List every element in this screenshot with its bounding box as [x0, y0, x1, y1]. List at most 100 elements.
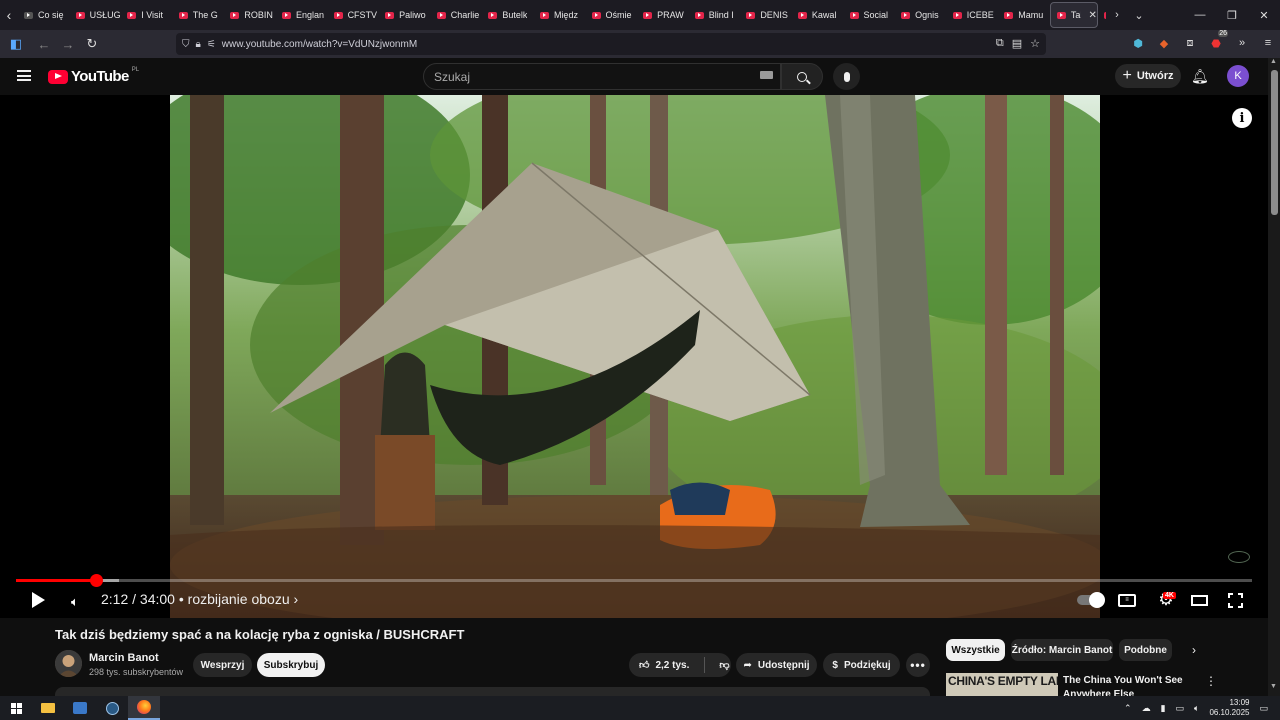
extensions-puzzle-icon[interactable]: ⧈: [1180, 32, 1200, 54]
account-avatar[interactable]: K: [1227, 65, 1249, 87]
more-actions-icon[interactable]: •••: [906, 653, 930, 677]
steam-icon[interactable]: [96, 696, 128, 720]
browser-tab[interactable]: Mamu: [998, 2, 1050, 28]
browser-tab[interactable]: Międz: [534, 2, 586, 28]
back-icon[interactable]: ←: [32, 32, 56, 56]
address-bar[interactable]: ⛉ 🔒︎ ⚟ www.youtube.com/watch?v=VdUNzjwon…: [176, 33, 1046, 55]
recommendation-title[interactable]: The China You Won't See Anywhere Else: [1063, 674, 1203, 696]
tray-overflow-icon[interactable]: ⌃: [1124, 703, 1132, 714]
description-box[interactable]: [55, 687, 930, 696]
browser-tab[interactable]: Ośmie: [586, 2, 638, 28]
close-tab-icon[interactable]: ✕: [1088, 10, 1096, 21]
autoplay-toggle[interactable]: [1076, 591, 1105, 609]
channel-name[interactable]: Marcin Banot: [89, 652, 159, 664]
theater-mode-button[interactable]: [1189, 591, 1209, 609]
browser-tab[interactable]: USŁUG: [70, 2, 122, 28]
picture-in-picture-icon[interactable]: ⧉: [996, 37, 1004, 50]
browser-tab[interactable]: Co się: [18, 2, 70, 28]
clock[interactable]: 13:09 06.10.2025: [1209, 698, 1249, 718]
info-icon[interactable]: i: [1232, 108, 1252, 128]
browser-tab[interactable]: Dlacz: [1098, 2, 1106, 28]
guide-menu-icon[interactable]: [17, 70, 31, 81]
voice-search-button[interactable]: [833, 63, 860, 90]
tabs-scroll-right-icon[interactable]: ›: [1106, 9, 1128, 21]
thumbs-up-icon[interactable]: 👍︎: [639, 659, 649, 671]
browser-tab[interactable]: ROBIN: [224, 2, 276, 28]
thumbs-down-icon[interactable]: 👎︎: [719, 659, 729, 671]
browser-tab[interactable]: CFSTV: [328, 2, 380, 28]
youtube-logo[interactable]: YouTube PL: [48, 67, 139, 85]
start-button[interactable]: [0, 696, 32, 720]
permissions-icon[interactable]: ⚟: [207, 39, 216, 50]
fox-extension-icon[interactable]: ◆: [1154, 32, 1174, 54]
thanks-button[interactable]: $ Podziękuj: [823, 653, 900, 677]
speaker-icon[interactable]: 🔈︎: [1194, 703, 1199, 714]
recommendation-menu-icon[interactable]: ⋮: [1205, 674, 1217, 688]
sidebar-toggle-icon[interactable]: ◧: [4, 32, 28, 56]
search-input[interactable]: Szukaj: [423, 63, 781, 90]
overflow-chevron-icon[interactable]: »: [1232, 32, 1252, 54]
channel-avatar[interactable]: [55, 650, 82, 677]
close-window-icon[interactable]: ✕: [1248, 9, 1280, 22]
browser-tab[interactable]: PRAW: [637, 2, 689, 28]
network-icon[interactable]: ▭: [1176, 703, 1185, 714]
scroll-up-icon[interactable]: ▲: [1270, 58, 1277, 65]
tracking-protection-icon[interactable]: ⛉: [182, 39, 190, 50]
video-frame[interactable]: [170, 95, 1100, 618]
play-icon[interactable]: [32, 592, 45, 608]
forward-icon[interactable]: →: [56, 32, 80, 56]
app-menu-icon[interactable]: ≡: [1258, 32, 1278, 54]
recommendation-thumbnail[interactable]: CHINA'S EMPTY LANDS: [946, 673, 1058, 696]
browser-tab[interactable]: I Visit: [121, 2, 173, 28]
subscribe-button[interactable]: Subskrybuj: [257, 653, 325, 677]
chip-all[interactable]: Wszystkie: [946, 639, 1005, 661]
ublock-extension-icon[interactable]: ⬣ 26: [1206, 30, 1228, 54]
url-text[interactable]: www.youtube.com/watch?v=VdUNzjwonmM: [222, 39, 417, 50]
file-explorer-icon[interactable]: [32, 696, 64, 720]
chapter-title[interactable]: • rozbijanie obozu ›: [179, 591, 298, 607]
lock-icon[interactable]: 🔒︎: [196, 39, 201, 50]
browser-tab[interactable]: Blind I: [689, 2, 741, 28]
list-all-tabs-icon[interactable]: ⌄: [1128, 9, 1150, 22]
chips-next-icon[interactable]: ›: [1192, 643, 1196, 657]
browser-tab[interactable]: Charlie: [431, 2, 483, 28]
reload-icon[interactable]: ↻: [80, 32, 104, 56]
subtitles-button[interactable]: ≡: [1117, 591, 1137, 609]
join-button[interactable]: Wesprzyj: [193, 653, 252, 677]
browser-tab[interactable]: DENIS: [740, 2, 792, 28]
keyboard-icon[interactable]: [760, 71, 773, 79]
reader-view-icon[interactable]: ▤: [1012, 37, 1022, 50]
browser-tab[interactable]: Butelk: [482, 2, 534, 28]
tabs-scroll-left-icon[interactable]: ‹: [0, 0, 18, 30]
browser-tab[interactable]: Englan: [276, 2, 328, 28]
page-scrollbar[interactable]: ▲ ▼: [1268, 58, 1280, 696]
browser-tab[interactable]: Social: [844, 2, 896, 28]
minimize-icon[interactable]: —: [1184, 9, 1216, 21]
browser-tab[interactable]: Ognis: [895, 2, 947, 28]
scroll-down-icon[interactable]: ▼: [1270, 683, 1277, 690]
create-button[interactable]: + Utwórz: [1115, 64, 1181, 88]
firefox-icon[interactable]: [128, 696, 160, 720]
like-count[interactable]: 2,2 tys.: [655, 660, 689, 671]
chip-related[interactable]: Podobne: [1119, 639, 1172, 661]
notifications-icon[interactable]: ▭: [1259, 703, 1268, 714]
shield-extension-icon[interactable]: ⬢: [1128, 32, 1148, 54]
volume-icon[interactable]: 🔈︎: [71, 594, 79, 610]
browser-tab[interactable]: Kawal: [792, 2, 844, 28]
usb-icon[interactable]: ▮: [1161, 703, 1166, 714]
chip-source-channel[interactable]: Źródło: Marcin Banot: [1011, 639, 1113, 661]
restore-icon[interactable]: ❐: [1216, 9, 1248, 22]
browser-tab[interactable]: Paliwo: [379, 2, 431, 28]
bookmark-star-icon[interactable]: ☆: [1030, 37, 1040, 50]
browser-tab-active[interactable]: Tak ✕: [1049, 2, 1098, 28]
scrollbar-thumb[interactable]: [1271, 70, 1278, 215]
notifications-bell-icon[interactable]: 🔔︎: [1191, 68, 1209, 85]
fullscreen-button[interactable]: [1226, 591, 1244, 609]
search-button[interactable]: [781, 63, 823, 90]
pc-app-icon[interactable]: [64, 696, 96, 720]
channel-watermark-icon[interactable]: [1228, 551, 1250, 563]
progress-scrubber-handle[interactable]: [90, 574, 104, 587]
browser-tab[interactable]: The G: [173, 2, 225, 28]
share-button[interactable]: ➦ Udostępnij: [736, 653, 817, 677]
video-player[interactable]: i 🔈︎ 2:12 / 34:00 • rozbijanie obozu › ≡…: [0, 95, 1268, 618]
